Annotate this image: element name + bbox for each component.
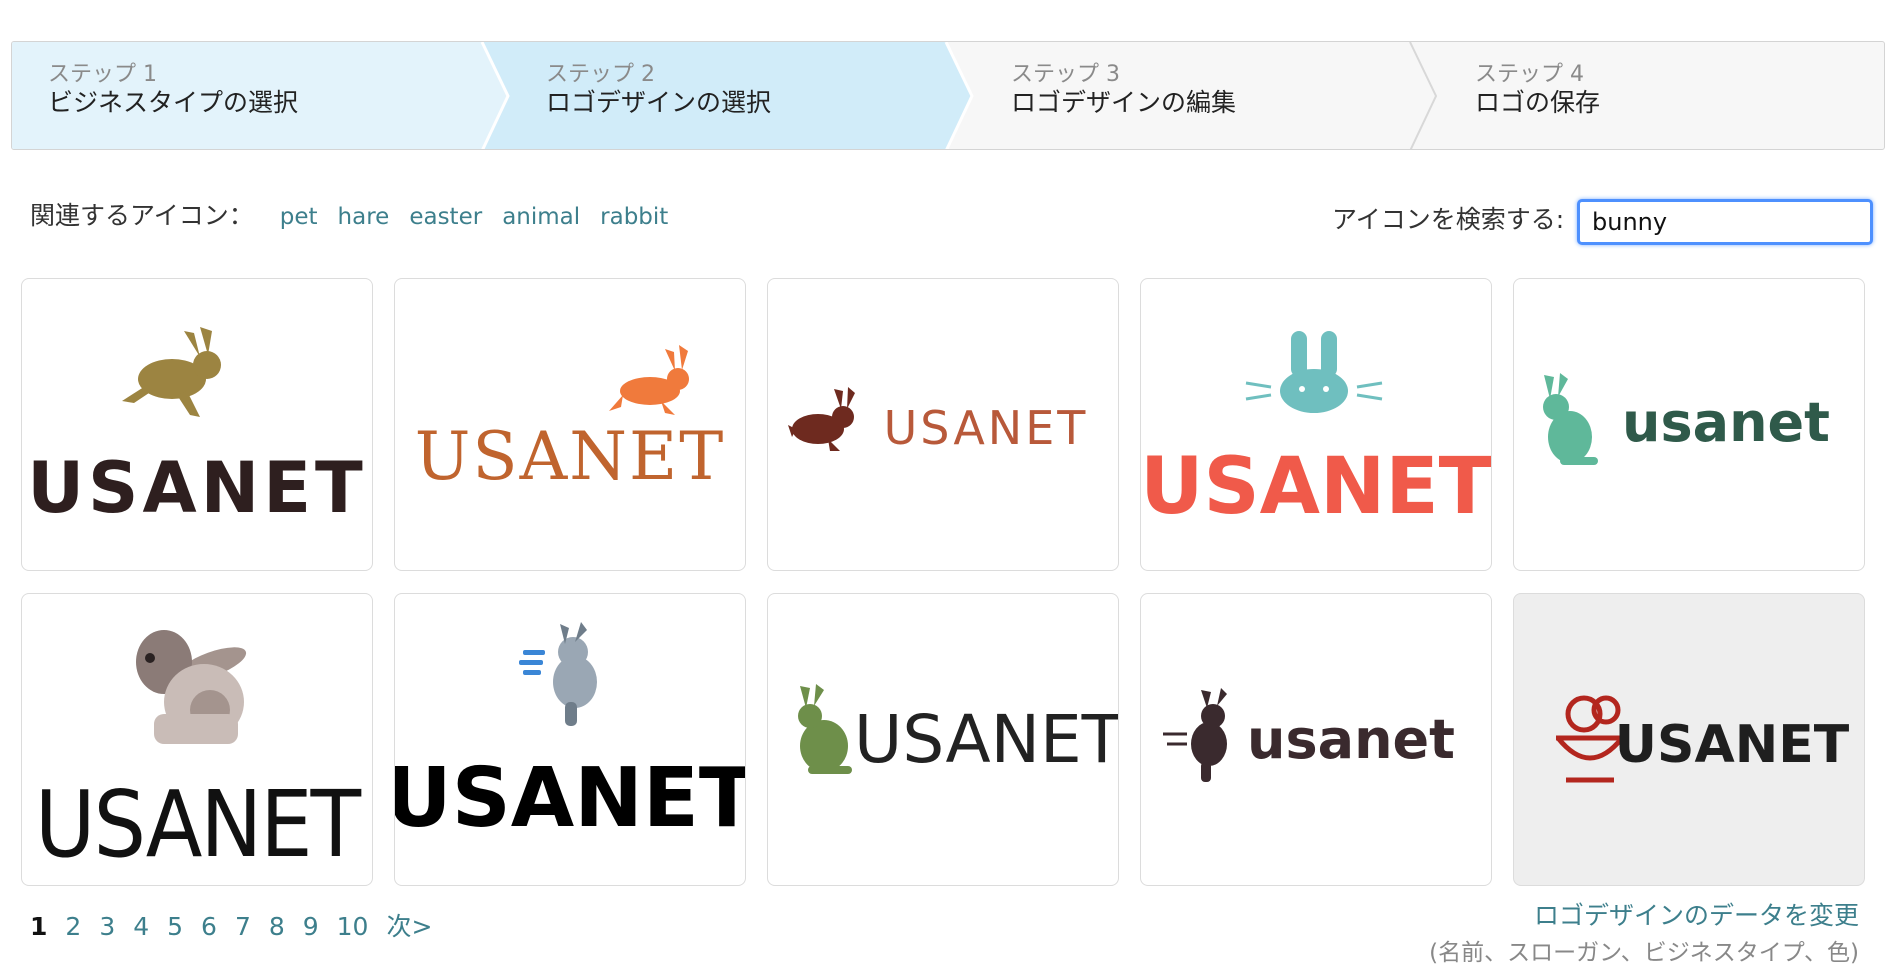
step-title: ロゴデザインの選択 <box>546 88 772 117</box>
logo-brand-text: USANET <box>415 418 725 495</box>
rabbit-bowl-icon: USANET <box>1556 695 1850 783</box>
page-link[interactable]: 2 <box>65 912 81 941</box>
step-progress-bar: ステップ 1 ビジネスタイプの選択 ステップ 2 ロゴデザインの選択 ステップ … <box>11 41 1885 150</box>
step-number: ステップ 4 <box>1475 62 1584 87</box>
step-1[interactable]: ステップ 1 ビジネスタイプの選択 <box>48 62 298 118</box>
step-title: ロゴの保存 <box>1475 88 1601 117</box>
step-3[interactable]: ステップ 3 ロゴデザインの編集 <box>1011 62 1236 118</box>
tag-link[interactable]: easter <box>409 204 482 230</box>
step-title: ビジネスタイプの選択 <box>48 88 299 117</box>
sitting-rabbit-icon: USANET <box>35 630 364 878</box>
logo-brand-text: USANET <box>884 401 1089 455</box>
change-logo-data-link[interactable]: ロゴデザインのデータを変更 <box>1534 896 1859 932</box>
related-icons-label: 関連するアイコン： <box>30 201 254 230</box>
logo-brand-text: usanet <box>1622 391 1830 454</box>
step-4[interactable]: ステップ 4 ロゴの保存 <box>1475 62 1600 118</box>
logo-brand-text: USANET <box>1141 442 1491 532</box>
dashing-rabbit-icon: usanet <box>1163 688 1455 782</box>
hopping-rabbit-icon: USANET <box>788 387 1089 455</box>
related-icons: 関連するアイコン： pet hare easter animal rabbit <box>30 196 688 232</box>
search-label: アイコンを検索する: <box>1332 205 1565 234</box>
step-title: ロゴデザインの編集 <box>1011 88 1237 117</box>
tag-link[interactable]: pet <box>280 204 318 230</box>
pagination: 1 2 3 4 5 6 7 8 9 10 次> <box>30 907 450 943</box>
page-link[interactable]: 8 <box>269 912 285 941</box>
logo-card[interactable]: USANET <box>1140 278 1492 571</box>
page-link[interactable]: 4 <box>133 912 149 941</box>
step-number: ステップ 1 <box>48 62 157 87</box>
page-link[interactable]: 6 <box>201 912 217 941</box>
page-link[interactable]: 1 <box>30 912 47 941</box>
logo-card[interactable]: USANET <box>1513 593 1865 886</box>
step-2[interactable]: ステップ 2 ロゴデザインの選択 <box>546 62 771 118</box>
logo-card[interactable]: USANET <box>767 278 1119 571</box>
search-input[interactable] <box>1577 199 1873 245</box>
logo-brand-text: USANET <box>35 771 362 878</box>
page-link[interactable]: 9 <box>303 912 319 941</box>
page-link[interactable]: 10 <box>337 912 369 941</box>
logo-card[interactable]: USANET <box>21 593 373 886</box>
logo-brand-text: USANET <box>395 751 745 846</box>
logo-card[interactable]: USANET <box>394 278 746 571</box>
logo-brand-text: USANET <box>1615 715 1850 775</box>
tag-link[interactable]: animal <box>502 204 580 230</box>
change-logo-data-note: (名前、スローガン、ビジネスタイプ、色) <box>1429 940 1859 966</box>
tag-link[interactable]: rabbit <box>600 204 668 230</box>
bunny-face-icon: USANET <box>1141 331 1491 532</box>
logo-grid: USANET USANET USANET USANET usanet USANE… <box>21 278 1865 886</box>
step-number: ステップ 2 <box>546 62 655 87</box>
logo-card[interactable]: usanet <box>1140 593 1492 886</box>
logo-card[interactable]: USANET <box>21 278 373 571</box>
logo-brand-text: USANET <box>27 447 367 529</box>
sitting-rabbit-icon: USANET <box>798 684 1118 778</box>
logo-card[interactable]: usanet <box>1513 278 1865 571</box>
next-page-link[interactable]: 次> <box>386 907 432 943</box>
sitting-rabbit-icon: usanet <box>1543 373 1830 465</box>
leaping-rabbit-icon: USANET <box>415 345 725 495</box>
tag-link[interactable]: hare <box>338 204 390 230</box>
logo-brand-text: USANET <box>854 701 1118 778</box>
logo-card[interactable]: USANET <box>394 593 746 886</box>
page-link[interactable]: 3 <box>99 912 115 941</box>
page-link[interactable]: 5 <box>167 912 183 941</box>
page-link[interactable]: 7 <box>235 912 251 941</box>
running-rabbit-icon: USANET <box>27 327 367 529</box>
speeding-rabbit-icon: USANET <box>395 622 745 846</box>
step-number: ステップ 3 <box>1011 62 1120 87</box>
logo-card[interactable]: USANET <box>767 593 1119 886</box>
logo-brand-text: usanet <box>1247 708 1455 771</box>
